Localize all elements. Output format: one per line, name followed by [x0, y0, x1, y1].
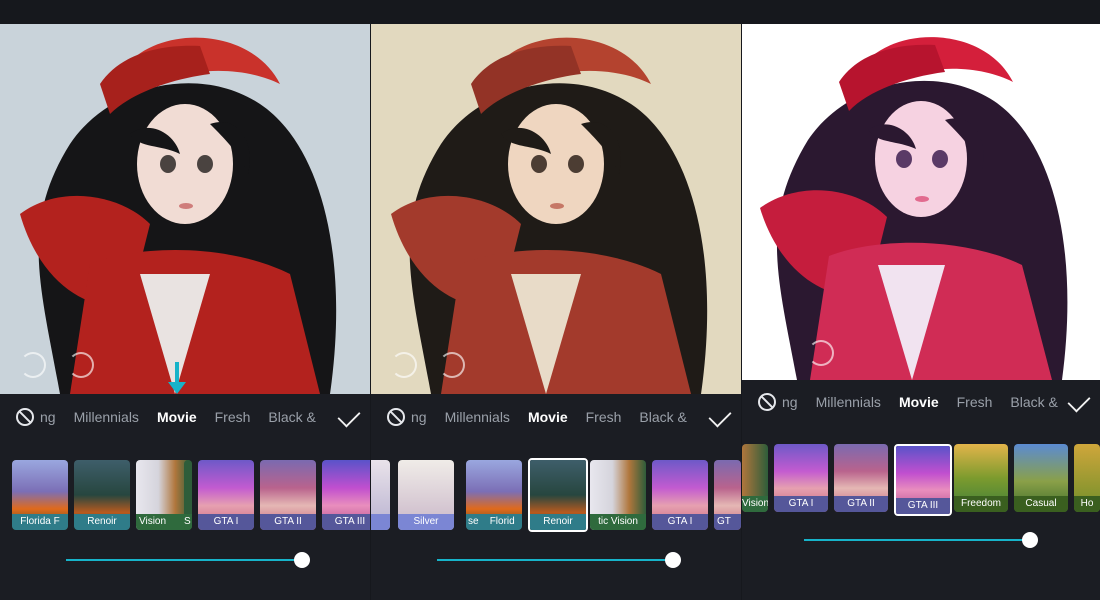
- filter-thumb[interactable]: [371, 460, 390, 530]
- tab-movie[interactable]: Movie: [157, 409, 197, 425]
- no-filter-icon[interactable]: [16, 408, 34, 426]
- check-icon[interactable]: [1067, 389, 1091, 413]
- slider-knob[interactable]: [294, 552, 310, 568]
- filter-thumb[interactable]: Vision: [742, 444, 768, 512]
- tab-fresh[interactable]: Fresh: [957, 394, 993, 410]
- tab-partial[interactable]: ng: [40, 409, 56, 425]
- status-bar: [0, 0, 370, 24]
- filter-thumb[interactable]: S: [184, 460, 192, 530]
- filter-category-tabs: ng Millennials Movie Fresh Black &: [371, 402, 741, 432]
- filter-thumb[interactable]: GTA II: [834, 444, 888, 512]
- filter-category-tabs: ng Millennials Movie Fresh Black &: [0, 402, 370, 432]
- filter-thumb[interactable]: Silver: [398, 460, 454, 530]
- check-icon[interactable]: [708, 404, 732, 428]
- filter-strip: Silver se Florid Renoir tic Vision GTA I…: [371, 458, 741, 532]
- tab-millennials[interactable]: Millennials: [816, 394, 881, 410]
- intensity-slider[interactable]: [66, 552, 316, 568]
- tab-millennials[interactable]: Millennials: [74, 409, 139, 425]
- filter-thumb[interactable]: Renoir: [74, 460, 130, 530]
- redo-icon[interactable]: [68, 352, 94, 378]
- redo-icon[interactable]: [439, 352, 465, 378]
- filter-thumb[interactable]: se Florid: [466, 460, 522, 530]
- slider-knob[interactable]: [1022, 532, 1038, 548]
- photo-preview: [371, 24, 741, 394]
- tab-black-white[interactable]: Black &: [268, 409, 315, 425]
- undo-icon[interactable]: [391, 352, 417, 378]
- tab-millennials[interactable]: Millennials: [445, 409, 510, 425]
- filter-strip: Vision GTA I GTA II GTA III Freedom Casu…: [742, 442, 1100, 516]
- tab-partial[interactable]: ng: [411, 409, 427, 425]
- tab-partial[interactable]: ng: [782, 394, 798, 410]
- no-filter-icon[interactable]: [387, 408, 405, 426]
- tab-fresh[interactable]: Fresh: [586, 409, 622, 425]
- filter-thumb[interactable]: GTA I: [774, 444, 828, 512]
- editor-panel-gta3: ng Millennials Movie Fresh Black & Visio…: [742, 0, 1100, 600]
- check-icon[interactable]: [337, 404, 361, 428]
- slider-track: [437, 559, 673, 561]
- slider-knob[interactable]: [665, 552, 681, 568]
- tab-movie[interactable]: Movie: [528, 409, 568, 425]
- slider-track: [804, 539, 1030, 541]
- filter-thumb[interactable]: GT: [714, 460, 741, 530]
- photo-preview: [0, 24, 370, 394]
- filter-thumb[interactable]: GTA I: [198, 460, 254, 530]
- filter-strip: Florida F Renoir Vision S GTA I GTA II G…: [0, 458, 370, 532]
- photo-preview: [742, 24, 1100, 380]
- tab-black-white[interactable]: Black &: [639, 409, 686, 425]
- undo-icon[interactable]: [760, 340, 786, 366]
- filter-thumb[interactable]: GTA II: [260, 460, 316, 530]
- editor-panel-renoir: ng Millennials Movie Fresh Black & Silve…: [371, 0, 741, 600]
- filter-thumb[interactable]: tic Vision: [590, 460, 646, 530]
- editor-panel-original: ng Millennials Movie Fresh Black & Flori…: [0, 0, 370, 600]
- filter-thumb[interactable]: Ho: [1074, 444, 1100, 512]
- tab-movie[interactable]: Movie: [899, 394, 939, 410]
- status-bar: [742, 0, 1100, 24]
- arrow-down-icon: [168, 362, 186, 398]
- filter-thumb[interactable]: Casual: [1014, 444, 1068, 512]
- tab-black-white[interactable]: Black &: [1010, 394, 1057, 410]
- intensity-slider[interactable]: [804, 532, 1044, 548]
- filter-thumb[interactable]: Freedom: [954, 444, 1008, 512]
- filter-thumb[interactable]: GTA III: [322, 460, 370, 530]
- undo-icon[interactable]: [20, 352, 46, 378]
- filter-category-tabs: ng Millennials Movie Fresh Black &: [742, 387, 1100, 417]
- status-bar: [371, 0, 741, 24]
- tab-fresh[interactable]: Fresh: [215, 409, 251, 425]
- filter-thumb[interactable]: Florida F: [12, 460, 68, 530]
- filter-thumb-selected[interactable]: GTA III: [894, 444, 952, 516]
- filter-thumb[interactable]: GTA I: [652, 460, 708, 530]
- slider-track: [66, 559, 302, 561]
- redo-icon[interactable]: [808, 340, 834, 366]
- intensity-slider[interactable]: [437, 552, 687, 568]
- no-filter-icon[interactable]: [758, 393, 776, 411]
- filter-thumb-selected[interactable]: Renoir: [528, 458, 588, 532]
